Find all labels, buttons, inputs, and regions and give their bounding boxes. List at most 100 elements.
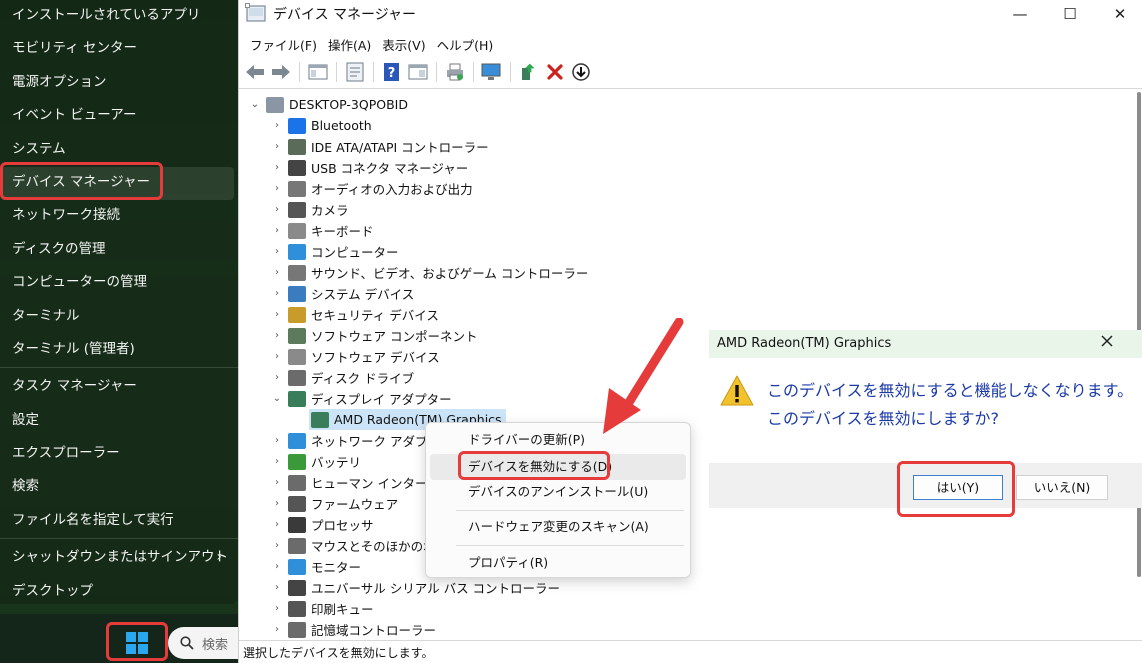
tree-category-label: キーボード <box>311 224 374 239</box>
minimize-button[interactable]: — <box>997 0 1043 28</box>
winx-item-15[interactable]: ファイル名を指定して実行 <box>0 505 238 538</box>
tree-category[interactable]: › バッテリ <box>271 451 361 472</box>
tree-category[interactable]: › モニター <box>271 556 361 577</box>
taskbar-search-label: 検索 <box>202 637 229 653</box>
tree-category-label: IDE ATA/ATAPI コントローラー <box>311 140 489 155</box>
menu-file[interactable]: ファイル(F) <box>239 32 317 56</box>
disk-icon <box>288 369 306 386</box>
taskbar-search-box[interactable]: 検索 <box>168 627 248 659</box>
back-button[interactable] <box>243 60 267 84</box>
menu-action[interactable]: 操作(A) <box>317 32 371 56</box>
no-button[interactable]: いいえ(N) <box>1016 475 1108 500</box>
winx-item-11[interactable]: タスク マネージャー <box>0 371 238 404</box>
winx-item-6[interactable]: ネットワーク接続 <box>0 200 238 233</box>
chevron-right-icon: › <box>275 540 279 551</box>
usb-controller-icon <box>288 579 306 596</box>
tree-category-label: 印刷キュー <box>311 602 374 617</box>
tree-category[interactable]: › ソフトウェア デバイス <box>271 346 440 367</box>
show-panel-button[interactable] <box>406 60 430 84</box>
update-driver-icon <box>522 63 535 80</box>
winx-item-label: 設定 <box>12 411 39 428</box>
ctx-properties[interactable]: プロパティ(R) <box>430 550 686 576</box>
tree-category[interactable]: › ディスク ドライブ <box>271 367 414 388</box>
tree-category-label: ソフトウェア デバイス <box>311 350 440 365</box>
winx-item-14[interactable]: 検索 <box>0 471 238 504</box>
maximize-button[interactable]: ☐ <box>1047 0 1093 28</box>
winx-item-label: ターミナル (管理者) <box>12 340 135 357</box>
tree-category[interactable]: › システム デバイス <box>271 283 414 304</box>
close-button[interactable]: ✕ <box>1097 0 1142 28</box>
winx-item-9[interactable]: ターミナル <box>0 301 238 334</box>
tree-category[interactable]: › Bluetooth <box>271 115 372 136</box>
tree-category[interactable]: › キーボード <box>271 220 374 241</box>
yes-button[interactable]: はい(Y) <box>913 475 1003 500</box>
tree-category[interactable]: › ソフトウェア コンポーネント <box>271 325 477 346</box>
tree-category[interactable]: › プロセッサ <box>271 514 374 535</box>
chevron-right-icon: › <box>275 183 279 194</box>
chevron-right-icon: › <box>275 351 279 362</box>
winx-item-13[interactable]: エクスプローラー <box>0 438 238 471</box>
tree-category-label: サウンド、ビデオ、およびゲーム コントローラー <box>311 266 589 281</box>
tree-category[interactable]: › ユニバーサル シリアル バス コントローラー <box>271 577 560 598</box>
chevron-right-icon: › <box>275 204 279 215</box>
ctx-disable-device[interactable]: デバイスを無効にする(D) <box>430 454 686 480</box>
tree-root[interactable]: ⌄ DESKTOP-3QPOBID <box>249 94 408 115</box>
chevron-right-icon: › <box>275 561 279 572</box>
help-button[interactable]: ? <box>380 60 404 84</box>
winx-item-0[interactable]: インストールされているアプリ <box>0 0 238 33</box>
tree-category[interactable]: › IDE ATA/ATAPI コントローラー <box>271 136 489 157</box>
tree-category[interactable]: › USB コネクタ マネージャー <box>271 157 468 178</box>
ctx-uninstall-device[interactable]: デバイスのアンインストール(U) <box>430 479 686 505</box>
properties-button[interactable] <box>343 60 367 84</box>
update-driver-button[interactable] <box>517 60 541 84</box>
forward-button[interactable] <box>269 60 293 84</box>
menu-view[interactable]: 表示(V) <box>371 32 425 56</box>
hid-icon <box>288 474 306 491</box>
print-button[interactable] <box>443 60 467 84</box>
winx-item-12[interactable]: 設定 <box>0 405 238 438</box>
winx-item-2[interactable]: 電源オプション <box>0 67 238 100</box>
ctx-scan-hardware-changes[interactable]: ハードウェア変更のスキャン(A) <box>430 514 686 540</box>
tree-category[interactable]: › カメラ <box>271 199 349 220</box>
winx-item-1[interactable]: モビリティ センター <box>0 33 238 66</box>
tree-category[interactable]: › サウンド、ビデオ、およびゲーム コントローラー <box>271 262 588 283</box>
printer-icon <box>447 63 463 81</box>
device-context-menu: ドライバーの更新(P) デバイスを無効にする(D) デバイスのアンインストール(… <box>425 422 691 578</box>
tree-category[interactable]: › 記憶域コントローラー <box>271 619 436 640</box>
chevron-right-icon: › <box>275 477 279 488</box>
tree-category[interactable]: ⌄ ディスプレイ アダプター <box>271 388 452 409</box>
display-adapter-icon <box>311 411 329 428</box>
winx-item-10[interactable]: ターミナル (管理者) <box>0 334 238 367</box>
tree-category[interactable]: › 印刷キュー <box>271 598 374 619</box>
battery-icon <box>288 453 306 470</box>
winx-item-16[interactable]: シャットダウンまたはサインアウト › <box>0 542 238 575</box>
winx-item-3[interactable]: イベント ビューアー <box>0 100 238 133</box>
uninstall-device-button[interactable] <box>543 60 567 84</box>
tree-category[interactable]: › オーディオの入力および出力 <box>271 178 473 199</box>
winx-item-label: 検索 <box>12 478 39 495</box>
dialog-close-button[interactable] <box>1100 333 1114 353</box>
show-hide-console-tree-button[interactable] <box>306 60 330 84</box>
winx-item-7[interactable]: ディスクの管理 <box>0 234 238 267</box>
winx-item-5[interactable]: デバイス マネージャー <box>0 166 234 201</box>
tree-category-label: ユニバーサル シリアル バス コントローラー <box>311 581 561 596</box>
scan-hardware-button[interactable] <box>480 60 504 84</box>
start-button[interactable] <box>110 624 164 662</box>
red-pointer-arrow <box>603 318 684 434</box>
winx-item-label: コンピューターの管理 <box>12 274 147 291</box>
winx-item-label: インストールされているアプリ <box>12 7 201 23</box>
menu-help[interactable]: ヘルプ(H) <box>426 32 494 56</box>
status-bar-text: 選択したデバイスを無効にします。 <box>243 646 434 660</box>
tree-category-label: USB コネクタ マネージャー <box>311 161 469 176</box>
chevron-right-icon: › <box>216 549 222 566</box>
tree-category[interactable]: › ファームウェア <box>271 493 398 514</box>
chevron-right-icon: › <box>275 372 279 383</box>
enable-device-button[interactable] <box>569 60 593 84</box>
tree-category-label: オーディオの入力および出力 <box>311 182 473 197</box>
winx-item-17[interactable]: デスクトップ <box>0 576 238 609</box>
winx-item-4[interactable]: システム <box>0 134 238 167</box>
tree-category[interactable]: › セキュリティ デバイス <box>271 304 439 325</box>
tree-category[interactable]: › コンピューター <box>271 241 399 262</box>
usb-icon <box>288 159 306 176</box>
winx-item-8[interactable]: コンピューターの管理 <box>0 267 238 300</box>
